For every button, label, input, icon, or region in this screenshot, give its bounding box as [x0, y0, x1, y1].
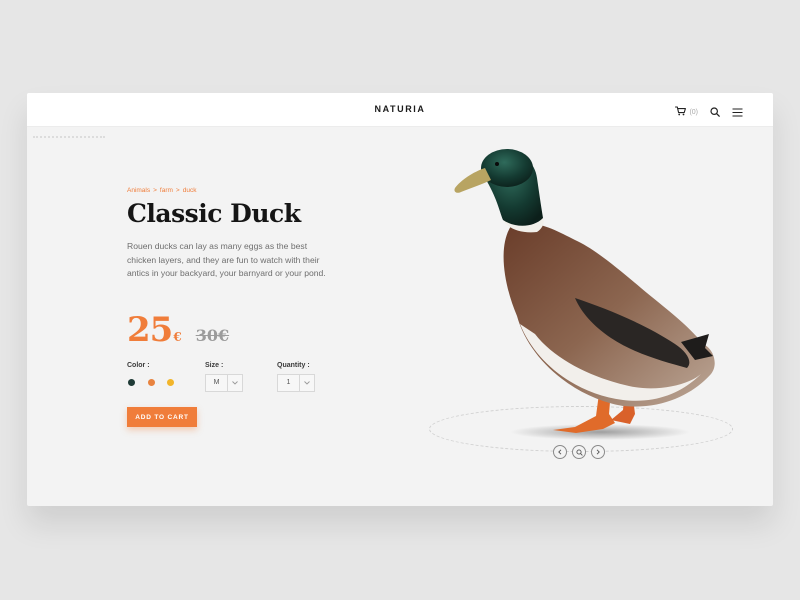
cart-icon [675, 103, 687, 121]
quantity-label: Quantity : [277, 362, 310, 369]
product-title: Classic Duck [127, 199, 301, 228]
breadcrumb-animals[interactable]: Animals [127, 187, 150, 194]
product-card: NATURIA (0) Animals > farm > duck Classi… [27, 93, 773, 506]
product-info: Animals > farm > duck Classic Duck Rouen… [127, 187, 347, 281]
size-label: Size : [205, 362, 224, 369]
brand-logo[interactable]: NATURIA [27, 104, 773, 114]
add-to-cart-button[interactable]: ADD TO CART [127, 407, 197, 427]
size-value: M [213, 379, 220, 386]
gallery-controls [553, 445, 605, 459]
product-description: Rouen ducks can lay as many eggs as the … [127, 241, 326, 279]
color-swatch-yellow[interactable] [167, 379, 174, 386]
cart-count: (0) [689, 108, 698, 116]
duck-image [425, 148, 715, 448]
price-block: 25 € 30€ [127, 310, 229, 350]
breadcrumb-separator: > [153, 187, 157, 194]
color-swatch-orange[interactable] [148, 379, 155, 386]
search-icon[interactable] [710, 107, 720, 117]
color-label: Color : [127, 362, 150, 369]
color-swatch-dark-green[interactable] [128, 379, 135, 386]
menu-icon[interactable] [732, 107, 743, 117]
size-select[interactable]: M [205, 374, 243, 392]
old-price: 30€ [195, 326, 230, 345]
top-navigation: NATURIA (0) [27, 93, 773, 127]
nav-icons: (0) [675, 103, 743, 121]
zoom-search-icon[interactable] [572, 445, 586, 459]
quantity-select[interactable]: 1 [277, 374, 315, 392]
breadcrumb-separator: > [175, 187, 180, 194]
breadcrumb-farm[interactable]: farm [160, 187, 173, 194]
decorative-dotted-line [33, 136, 105, 138]
cart-button[interactable]: (0) [675, 103, 698, 121]
price-currency: € [173, 330, 182, 344]
chevron-down-icon [227, 375, 242, 391]
breadcrumb: Animals > farm > duck [127, 187, 347, 194]
chevron-down-icon [299, 375, 314, 391]
breadcrumb-duck[interactable]: duck [183, 187, 197, 194]
chevron-left-icon[interactable] [553, 445, 567, 459]
chevron-right-icon[interactable] [591, 445, 605, 459]
quantity-value: 1 [286, 379, 291, 386]
current-price: 25 [127, 310, 173, 350]
